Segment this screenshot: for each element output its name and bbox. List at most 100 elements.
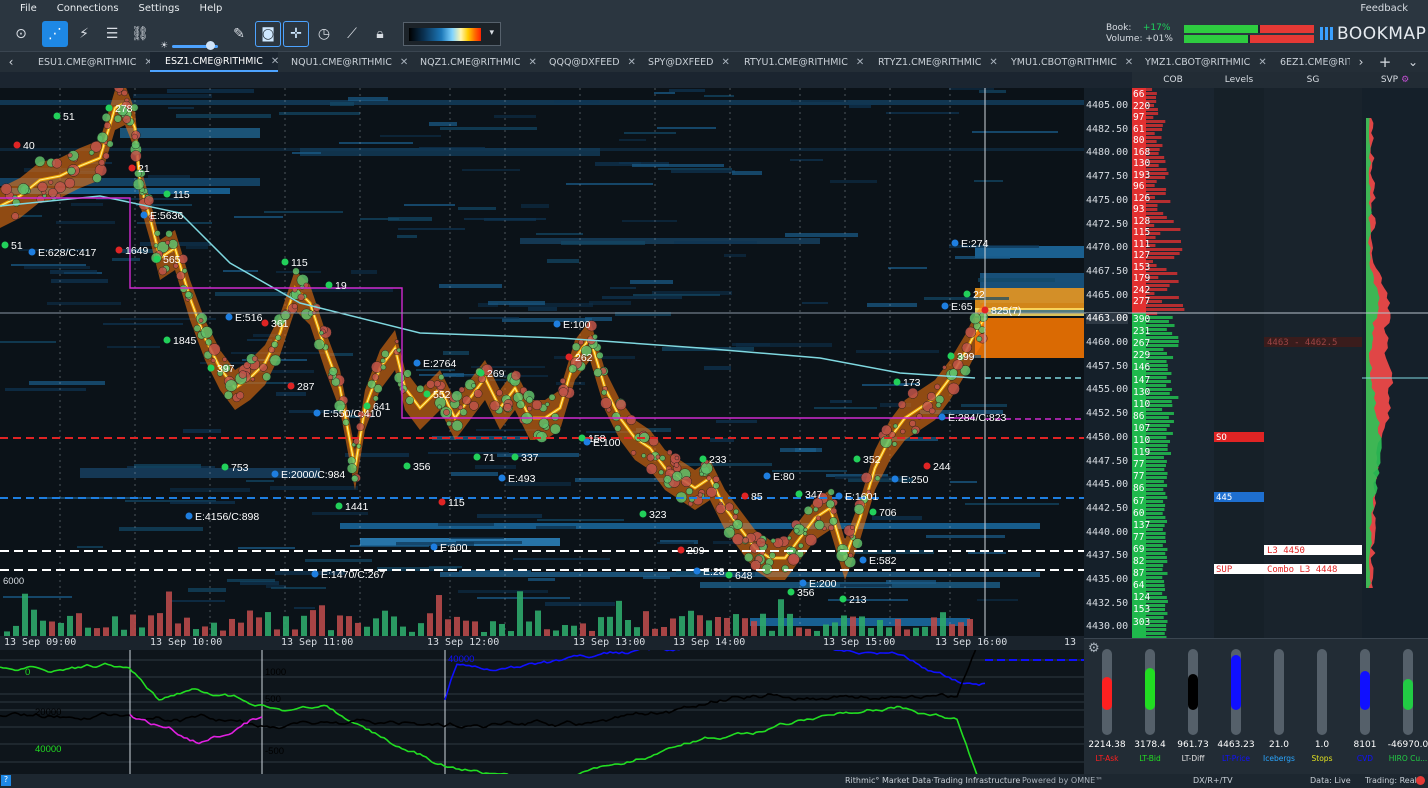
volume-bar — [76, 613, 82, 636]
menu-connections[interactable]: Connections — [47, 3, 129, 14]
trade-bubble — [102, 152, 110, 160]
cob-bid-value: 267 — [1133, 338, 1151, 350]
chain-link-icon[interactable]: ⛓ — [127, 21, 153, 47]
cob-profile-bar — [1146, 552, 1166, 555]
trade-bubble — [198, 317, 204, 323]
tab-esz1[interactable]: ESZ1.CME@RITHMIC ✕ — [150, 52, 279, 72]
trade-bubble — [367, 379, 376, 389]
annotation-marker — [311, 570, 319, 578]
timer-icon[interactable]: ◷ — [311, 21, 337, 47]
annotation-label: 22 — [973, 289, 985, 301]
tab-list-chevron-down-icon[interactable]: ⌄ — [1404, 52, 1422, 72]
trade-bubble — [663, 475, 672, 484]
lock-icon[interactable]: 🔒︎ — [367, 21, 393, 47]
volume-bar — [499, 623, 505, 636]
line-chart-icon[interactable]: ⟋ — [339, 21, 365, 47]
crosshair-target-icon[interactable]: ⊙ — [8, 21, 34, 47]
cob-bid-value: 77 — [1133, 459, 1145, 471]
sg-header[interactable]: SG — [1264, 72, 1362, 88]
close-icon[interactable]: ✕ — [989, 57, 997, 68]
tab-nqz1[interactable]: NQZ1.CME@RITHMIC ✕ — [408, 52, 537, 72]
menu-help[interactable]: Help — [190, 3, 233, 14]
trade-bubble — [526, 405, 533, 412]
liquidity-cell — [330, 102, 354, 106]
trade-bubble — [830, 507, 838, 515]
heatmap-colormap-select[interactable]: ▾ — [403, 22, 501, 46]
annotation-marker — [951, 239, 959, 247]
liquidity-cell — [440, 127, 537, 130]
svp-header[interactable]: SVP ⚙ — [1362, 72, 1428, 88]
trade-bubble — [907, 387, 919, 399]
trade-bubble — [805, 533, 818, 547]
close-icon[interactable]: ✕ — [856, 57, 864, 68]
cob-bid-value: 107 — [1133, 422, 1151, 434]
liquidity-cell — [849, 104, 871, 108]
cob-header[interactable]: COB — [1132, 72, 1214, 88]
cob-profile-bar — [1146, 532, 1166, 535]
volume-bar — [157, 613, 163, 636]
bookmap-logo: BOOKMAP — [1320, 24, 1426, 44]
annotation-marker — [891, 475, 899, 483]
layers-icon[interactable]: ☰ — [99, 21, 125, 47]
tab-qqq[interactable]: QQQ@DXFEED ✕ — [535, 52, 636, 72]
tab-spy[interactable]: SPY@DXFEED ✕ — [635, 52, 730, 72]
add-tab-icon[interactable]: + — [1376, 52, 1394, 72]
tab-scroll-left-icon[interactable]: ‹ — [2, 52, 20, 72]
levels-header[interactable]: Levels — [1214, 72, 1264, 88]
chat-bubble-icon[interactable]: ◙ — [255, 21, 281, 47]
heatmap-chart[interactable]: 40 51 278 21 115 E:5636 1649 565 51 E:628/C:417 18… — [0, 88, 1084, 638]
liquidity-cell — [949, 88, 994, 90]
liquidity-cell — [622, 220, 677, 222]
tab-ymu1[interactable]: YMU1.CBOT@RITHMIC ✕ — [998, 52, 1133, 72]
close-icon[interactable]: ✕ — [1258, 57, 1266, 68]
tab-scroll-right-icon[interactable]: › — [1352, 52, 1370, 72]
tab-rtyz1[interactable]: RTYZ1.CME@RITHMIC ✕ — [866, 52, 998, 72]
rithmic-credit: Rithmic° Market Data·Trading Infrastruct… — [845, 776, 1021, 785]
menu-bar: File Connections Settings Help Feedback — [0, 0, 1428, 17]
tab-ymz1[interactable]: YMZ1.CBOT@RITHMIC ✕ — [1133, 52, 1267, 72]
tab-rtyu1[interactable]: RTYU1.CME@RITHMIC ✕ — [732, 52, 864, 72]
volume-bar — [463, 620, 469, 636]
trade-bubble — [659, 455, 666, 462]
volume-bar — [67, 615, 73, 636]
cob-profile-bar — [1146, 476, 1167, 479]
close-icon[interactable]: ✕ — [721, 57, 729, 68]
trade-bubble — [803, 505, 813, 516]
cob-profile-bar — [1146, 344, 1179, 347]
trade-bubble — [559, 377, 566, 385]
indicator-pane[interactable]: 0 20000 40000 1000 500 -500 40000 — [0, 650, 1084, 786]
trade-bubble — [511, 370, 522, 381]
share-link-icon[interactable]: ⋰ — [42, 21, 68, 47]
liquidity-cell — [624, 132, 676, 134]
trade-bubble — [443, 408, 450, 416]
crosshair-icon[interactable]: ✛ — [283, 21, 309, 47]
close-icon[interactable]: ✕ — [271, 56, 279, 67]
trade-bubble — [184, 291, 192, 299]
tab-nqu1[interactable]: NQU1.CME@RITHMIC ✕ — [280, 52, 408, 72]
feedback-link[interactable]: Feedback — [1360, 3, 1408, 14]
menu-settings[interactable]: Settings — [129, 3, 190, 14]
cob-bid-value: 124 — [1133, 592, 1151, 604]
tab-6ez1[interactable]: 6EZ1.CME@RITHMIC — [1268, 52, 1350, 72]
liquidity-cell — [814, 407, 877, 409]
book-label: Book: — [1106, 23, 1132, 33]
instrument-tabs: ‹ ESU1.CME@RITHMIC ✕ ESZ1.CME@RITHMIC ✕ NQ… — [0, 51, 1428, 72]
dropdown-arrow-icon: ▾ — [489, 28, 494, 38]
level-l3-label: L3 4450 — [1267, 546, 1305, 556]
indicator-value: 1.0 — [1314, 740, 1330, 750]
menu-file[interactable]: File — [0, 3, 47, 14]
annotation-label: E:1601 — [845, 491, 878, 503]
annotation-label: 71 — [483, 452, 495, 464]
tab-esu1[interactable]: ESU1.CME@RITHMIC ✕ — [28, 52, 153, 72]
pencil-icon[interactable]: ✎ — [226, 21, 252, 47]
lightning-icon[interactable]: ⚡ — [71, 21, 97, 47]
trade-bubble — [103, 121, 111, 130]
volume-bar — [139, 627, 145, 636]
annotation-marker — [473, 453, 481, 461]
annotation-marker — [271, 470, 279, 478]
volume-bar — [535, 610, 541, 636]
settings-gear-icon[interactable]: ⚙ — [1088, 641, 1100, 656]
close-icon[interactable]: ✕ — [1125, 57, 1133, 68]
trade-bubble — [697, 492, 703, 498]
cob-bid-value: 303 — [1133, 616, 1151, 628]
